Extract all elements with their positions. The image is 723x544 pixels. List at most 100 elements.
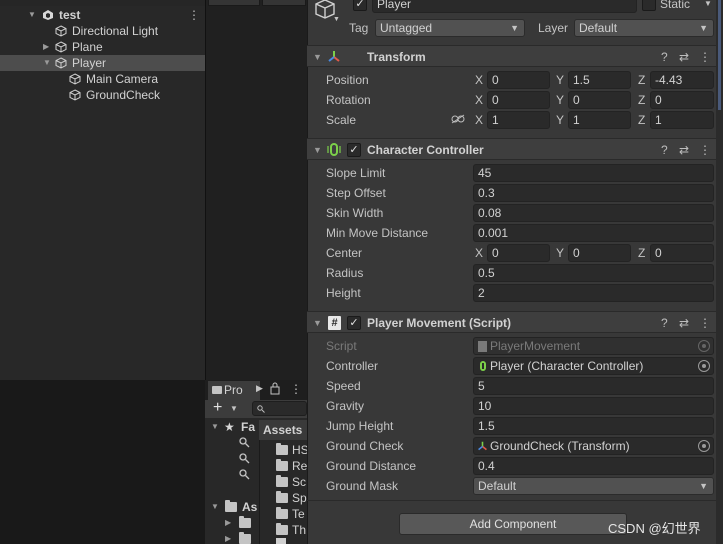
expand-arrow-icon[interactable]: ▶ bbox=[225, 515, 231, 531]
object-name-field[interactable]: Player bbox=[372, 0, 637, 13]
fold-arrow-icon[interactable]: ▼ bbox=[313, 46, 322, 68]
axis-z-label[interactable]: Z bbox=[638, 91, 645, 109]
radius-field[interactable]: 0.5 bbox=[473, 264, 714, 282]
scrollbar-thumb[interactable] bbox=[718, 0, 721, 110]
axis-x-label[interactable]: X bbox=[475, 111, 483, 129]
rotation-x-field[interactable]: 0 bbox=[487, 91, 550, 109]
tab-project[interactable]: Pro bbox=[208, 381, 260, 400]
asset-folder-item[interactable]: Sp bbox=[276, 490, 307, 506]
enabled-checkbox[interactable]: ✓ bbox=[347, 143, 361, 157]
kebab-menu-icon[interactable]: ⋮ bbox=[699, 312, 711, 334]
tree-item-assets[interactable]: ▼ As bbox=[211, 499, 259, 515]
asset-folder-item[interactable]: Re bbox=[276, 458, 307, 474]
rotation-y-field[interactable]: 0 bbox=[568, 91, 631, 109]
skin-width-field[interactable]: 0.08 bbox=[473, 204, 714, 222]
player-movement-header[interactable]: ▼ # ✓ Player Movement (Script) ? ⇄ ⋮ bbox=[307, 311, 716, 333]
asset-folder-item[interactable]: Te bbox=[276, 506, 307, 522]
axis-x-label[interactable]: X bbox=[475, 244, 483, 262]
axis-y-label[interactable]: Y bbox=[556, 91, 564, 109]
center-z-field[interactable]: 0 bbox=[650, 244, 714, 262]
preset-icon[interactable]: ⇄ bbox=[679, 139, 689, 161]
search-icon[interactable] bbox=[239, 453, 250, 467]
axis-z-label[interactable]: Z bbox=[638, 71, 645, 89]
scene-toolbar-button[interactable] bbox=[208, 0, 260, 6]
position-x-field[interactable]: 0 bbox=[487, 71, 550, 89]
lock-icon[interactable] bbox=[270, 382, 280, 395]
hierarchy-item-groundcheck[interactable]: GroundCheck bbox=[0, 87, 205, 103]
tag-dropdown[interactable]: Untagged ▼ bbox=[375, 19, 525, 37]
scale-x-field[interactable]: 1 bbox=[487, 111, 550, 129]
active-checkbox[interactable]: ✓ bbox=[353, 0, 367, 11]
ground-mask-dropdown[interactable]: Default ▼ bbox=[473, 477, 714, 495]
layer-dropdown[interactable]: Default ▼ bbox=[574, 19, 714, 37]
kebab-menu-icon[interactable]: ⋮ bbox=[188, 7, 200, 23]
expand-arrow-icon[interactable]: ▶ bbox=[43, 39, 53, 55]
object-picker-icon[interactable] bbox=[698, 440, 710, 452]
slope-limit-field[interactable]: 45 bbox=[473, 164, 714, 182]
position-z-field[interactable]: -4.43 bbox=[650, 71, 714, 89]
jump-height-field[interactable]: 1.5 bbox=[473, 417, 714, 435]
hierarchy-item-test[interactable]: ▼ test ⋮ bbox=[0, 7, 205, 23]
asset-folder-item[interactable]: HS bbox=[276, 442, 307, 458]
center-y-field[interactable]: 0 bbox=[568, 244, 631, 262]
assets-breadcrumb[interactable]: Assets bbox=[259, 420, 307, 440]
search-icon[interactable] bbox=[239, 469, 250, 483]
ground-distance-field[interactable]: 0.4 bbox=[473, 457, 714, 475]
expand-arrow-icon[interactable]: ▼ bbox=[211, 419, 219, 435]
chevron-down-icon[interactable]: ▼ bbox=[230, 404, 238, 413]
ground-check-field[interactable]: GroundCheck (Transform) bbox=[473, 437, 714, 455]
preset-icon[interactable]: ⇄ bbox=[679, 46, 689, 68]
hierarchy-item-player[interactable]: ▼ Player bbox=[0, 55, 205, 71]
help-icon[interactable]: ? bbox=[661, 139, 668, 161]
axis-x-label[interactable]: X bbox=[475, 71, 483, 89]
kebab-menu-icon[interactable]: ⋮ bbox=[290, 382, 302, 396]
fold-arrow-icon[interactable]: ▼ bbox=[313, 139, 322, 161]
controller-field[interactable]: Player (Character Controller) bbox=[473, 357, 714, 375]
axis-y-label[interactable]: Y bbox=[556, 111, 564, 129]
kebab-menu-icon[interactable]: ⋮ bbox=[699, 46, 711, 68]
tree-item-folder[interactable]: ▶ bbox=[225, 515, 259, 531]
preset-icon[interactable]: ⇄ bbox=[679, 312, 689, 334]
add-component-button[interactable]: Add Component bbox=[399, 513, 627, 535]
static-checkbox[interactable] bbox=[642, 0, 656, 11]
chevron-down-icon[interactable]: ▼ bbox=[704, 0, 712, 8]
help-icon[interactable]: ? bbox=[661, 312, 668, 334]
hierarchy-item-directional-light[interactable]: Directional Light bbox=[0, 23, 205, 39]
axis-y-label[interactable]: Y bbox=[556, 244, 564, 262]
axis-z-label[interactable]: Z bbox=[638, 244, 645, 262]
asset-folder-item[interactable]: Th bbox=[276, 522, 307, 538]
object-picker-icon[interactable] bbox=[698, 360, 710, 372]
speed-field[interactable]: 5 bbox=[473, 377, 714, 395]
height-field[interactable]: 2 bbox=[473, 284, 714, 302]
scene-toolbar-button[interactable] bbox=[262, 0, 306, 6]
character-controller-header[interactable]: ▼ ✓ Character Controller ? ⇄ ⋮ bbox=[307, 138, 716, 160]
axis-y-label[interactable]: Y bbox=[556, 71, 564, 89]
project-search-input[interactable] bbox=[252, 401, 307, 416]
kebab-menu-icon[interactable]: ⋮ bbox=[699, 139, 711, 161]
tree-item-favorites[interactable]: ▼ ★ Fa bbox=[211, 419, 259, 435]
transform-component-header[interactable]: ▼ Transform ? ⇄ ⋮ bbox=[307, 45, 716, 67]
tree-item-folder[interactable]: ▶ bbox=[225, 531, 259, 544]
expand-arrow-icon[interactable]: ▼ bbox=[43, 55, 53, 71]
help-icon[interactable]: ? bbox=[661, 46, 668, 68]
axis-x-label[interactable]: X bbox=[475, 91, 483, 109]
asset-folder-item[interactable]: Sc bbox=[276, 474, 307, 490]
expand-arrow-icon[interactable]: ▼ bbox=[211, 499, 219, 515]
expand-arrow-icon[interactable]: ▼ bbox=[28, 7, 38, 23]
enabled-checkbox[interactable]: ✓ bbox=[347, 316, 361, 330]
hierarchy-item-plane[interactable]: ▶ Plane bbox=[0, 39, 205, 55]
scale-y-field[interactable]: 1 bbox=[568, 111, 631, 129]
min-move-distance-field[interactable]: 0.001 bbox=[473, 224, 714, 242]
hierarchy-item-main-camera[interactable]: Main Camera bbox=[0, 71, 205, 87]
chevron-down-icon[interactable]: ▼ bbox=[333, 16, 340, 23]
center-x-field[interactable]: 0 bbox=[487, 244, 550, 262]
expand-arrow-icon[interactable]: ▶ bbox=[225, 531, 231, 544]
scale-z-field[interactable]: 1 bbox=[650, 111, 714, 129]
step-offset-field[interactable]: 0.3 bbox=[473, 184, 714, 202]
search-icon[interactable] bbox=[239, 437, 250, 451]
constrain-proportions-icon[interactable] bbox=[451, 114, 465, 124]
axis-z-label[interactable]: Z bbox=[638, 111, 645, 129]
script-file-icon[interactable] bbox=[276, 538, 286, 544]
position-y-field[interactable]: 1.5 bbox=[568, 71, 631, 89]
tab-overflow-arrow-icon[interactable]: ▶ bbox=[256, 383, 263, 394]
